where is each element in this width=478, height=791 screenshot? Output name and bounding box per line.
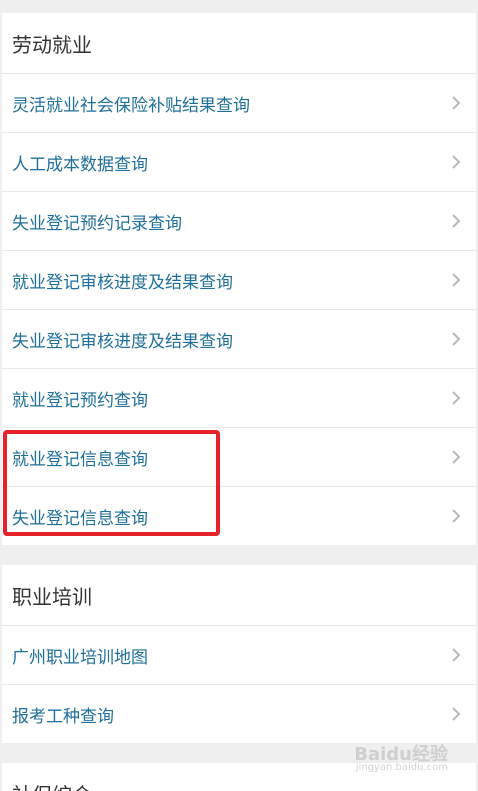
chevron-right-icon [450,154,462,170]
section-list: 灵活就业社会保险补贴结果查询 人工成本数据查询 失业登记预约记录查询 就业登记审… [2,74,476,545]
list-item-label: 灵活就业社会保险补贴结果查询 [12,95,250,116]
section-title: 职业培训 [2,565,476,626]
section-title: 劳动就业 [2,13,476,74]
list-item-employment-review-progress[interactable]: 就业登记审核进度及结果查询 [2,250,476,309]
list-item-label: 人工成本数据查询 [12,154,148,175]
list-item-flexible-employment-subsidy[interactable]: 灵活就业社会保险补贴结果查询 [2,74,476,132]
chevron-right-icon [450,647,462,663]
list-item-label: 报考工种查询 [12,706,114,727]
section-vocational-training: 职业培训 广州职业培训地图 报考工种查询 [2,565,476,743]
list-item-employment-appointment[interactable]: 就业登记预约查询 [2,368,476,427]
chevron-right-icon [450,706,462,722]
list-item-label: 就业登记审核进度及结果查询 [12,272,233,293]
section-list: 广州职业培训地图 报考工种查询 [2,626,476,743]
chevron-right-icon [450,213,462,229]
list-item-employment-info[interactable]: 就业登记信息查询 [2,427,476,486]
chevron-right-icon [450,508,462,524]
list-item-label: 就业登记预约查询 [12,390,148,411]
list-item-label: 失业登记审核进度及结果查询 [12,331,233,352]
top-gap [0,0,478,13]
chevron-right-icon [450,95,462,111]
list-item-label: 就业登记信息查询 [12,449,148,470]
chevron-right-icon [450,449,462,465]
section-labor-employment: 劳动就业 灵活就业社会保险补贴结果查询 人工成本数据查询 失业登记预约记录查询 [2,13,476,545]
list-item-label: 失业登记信息查询 [12,508,148,529]
page: 劳动就业 灵活就业社会保险补贴结果查询 人工成本数据查询 失业登记预约记录查询 [0,0,478,791]
chevron-right-icon [450,390,462,406]
list-item-label: 广州职业培训地图 [12,647,148,668]
list-item-training-map[interactable]: 广州职业培训地图 [2,626,476,684]
list-item-unemployment-appointment-record[interactable]: 失业登记预约记录查询 [2,191,476,250]
chevron-right-icon [450,272,462,288]
list-item-unemployment-review-progress[interactable]: 失业登记审核进度及结果查询 [2,309,476,368]
list-item-unemployment-info[interactable]: 失业登记信息查询 [2,486,476,545]
baidu-watermark-url: jingyan.baidu.com [355,762,448,773]
list-item-exam-trade-query[interactable]: 报考工种查询 [2,684,476,743]
list-item-label: 失业登记预约记录查询 [12,213,182,234]
chevron-right-icon [450,331,462,347]
list-item-labor-cost-data[interactable]: 人工成本数据查询 [2,132,476,191]
